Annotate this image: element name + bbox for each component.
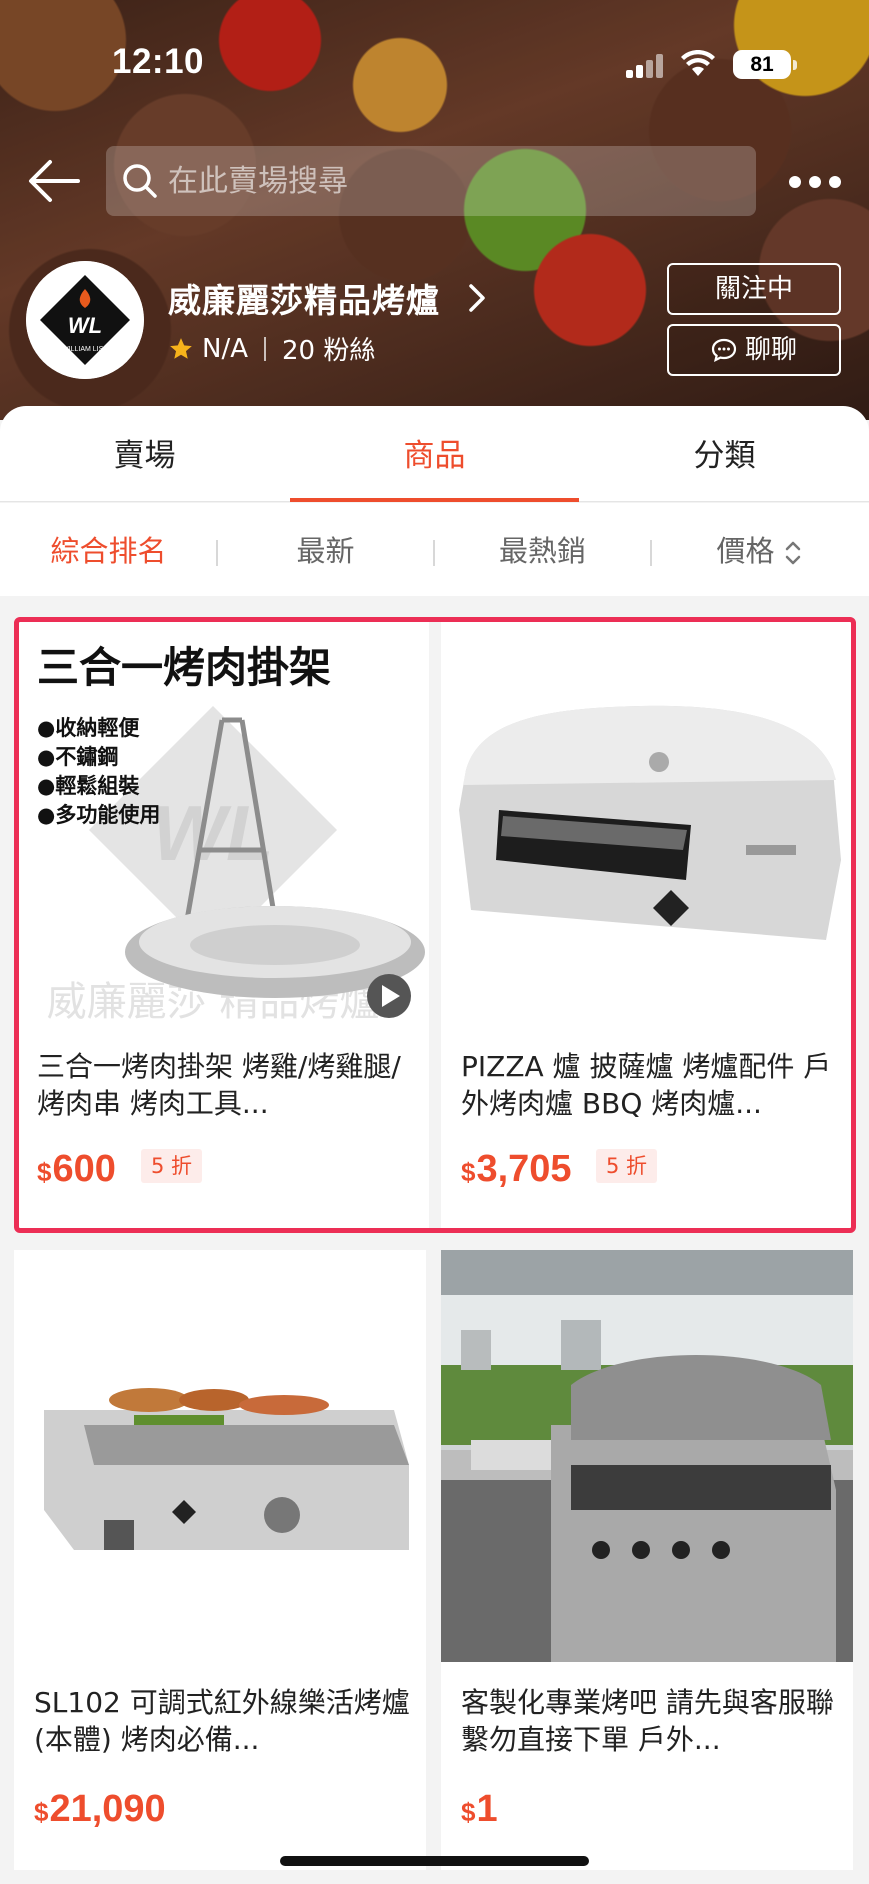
shop-search-bar[interactable] bbox=[106, 146, 756, 216]
chat-button[interactable]: 聊聊 bbox=[667, 324, 841, 376]
tab-categories[interactable]: 分類 bbox=[580, 406, 869, 502]
product-title: 三合一烤肉掛架 烤雞/烤雞腿/烤肉串 烤肉工具... bbox=[37, 1050, 401, 1120]
product-card[interactable]: WL 威廉麗莎 精品烤爐 三合一烤肉掛架 ●收納輕便 ●不鏽鋼 ●輕鬆組裝 ●多… bbox=[17, 620, 429, 1229]
svg-text:●輕鬆組裝: ●輕鬆組裝 bbox=[37, 774, 140, 798]
product-title: SL102 可調式紅外線樂活烤爐 (本體) 烤肉必備... bbox=[34, 1686, 410, 1756]
product-title: PIZZA 爐 披薩爐 烤爐配件 戶外烤肉爐 BBQ 烤肉爐... bbox=[461, 1050, 832, 1120]
svg-text:WL: WL bbox=[68, 313, 102, 338]
search-icon bbox=[123, 164, 157, 198]
shop-tabs: 賣場 商品 分類 bbox=[0, 406, 869, 502]
svg-text:三合一烤肉掛架: 三合一烤肉掛架 bbox=[37, 643, 331, 692]
price-value: 600 bbox=[52, 1148, 116, 1190]
chat-button-label: 聊聊 bbox=[744, 335, 797, 365]
sort-top-sales[interactable]: 最熱銷 bbox=[434, 503, 651, 596]
sort-relevance[interactable]: 綜合排名 bbox=[0, 503, 217, 596]
chat-bubble-icon bbox=[711, 338, 737, 363]
svg-text:●多功能使用: ●多功能使用 bbox=[37, 803, 160, 827]
shop-followers: 20 粉絲 bbox=[282, 336, 376, 366]
divider bbox=[264, 336, 266, 361]
chevron-right-icon[interactable] bbox=[466, 282, 488, 314]
product-image bbox=[14, 1250, 426, 1662]
sort-latest[interactable]: 最新 bbox=[217, 503, 434, 596]
shop-rating: N/A bbox=[202, 333, 248, 364]
discount-badge: 5 折 bbox=[141, 1149, 203, 1183]
sort-price-label: 價格 bbox=[716, 534, 775, 568]
status-time: 12:10 bbox=[112, 42, 205, 81]
currency-symbol: $ bbox=[37, 1157, 52, 1187]
product-title: 客製化專業烤吧 請先與客服聯繫勿直接下單 戶外... bbox=[461, 1686, 834, 1756]
tab-products[interactable]: 商品 bbox=[290, 406, 579, 502]
home-indicator bbox=[280, 1856, 589, 1866]
product-image bbox=[441, 1250, 853, 1662]
search-input[interactable] bbox=[168, 146, 728, 216]
price-value: 1 bbox=[476, 1788, 498, 1830]
sort-price[interactable]: 價格 bbox=[651, 503, 868, 596]
currency-symbol: $ bbox=[461, 1157, 476, 1187]
product-price: $21,090 bbox=[34, 1788, 166, 1831]
back-arrow-icon[interactable] bbox=[26, 158, 82, 204]
product-image: WL 威廉麗莎 精品烤爐 三合一烤肉掛架 ●收納輕便 ●不鏽鋼 ●輕鬆組裝 ●多… bbox=[17, 620, 429, 1032]
follow-button[interactable]: 關注中 bbox=[667, 263, 841, 315]
currency-symbol: $ bbox=[34, 1797, 49, 1827]
product-price: $3,705 bbox=[461, 1148, 572, 1191]
star-icon bbox=[170, 337, 192, 359]
product-price: $600 bbox=[37, 1148, 116, 1191]
currency-symbol: $ bbox=[461, 1797, 476, 1827]
price-value: 21,090 bbox=[49, 1788, 166, 1830]
product-card[interactable]: SL102 可調式紅外線樂活烤爐 (本體) 烤肉必備... $21,090 bbox=[14, 1250, 426, 1870]
svg-text:●收納輕便: ●收納輕便 bbox=[37, 716, 140, 740]
sort-arrows-icon bbox=[785, 541, 800, 565]
svg-text:WILLIAM LISA: WILLIAM LISA bbox=[62, 346, 108, 353]
cellular-signal-icon bbox=[626, 54, 666, 78]
wifi-icon bbox=[681, 50, 715, 76]
active-tab-indicator bbox=[290, 498, 579, 502]
product-card[interactable]: PIZZA 爐 披薩爐 烤爐配件 戶外烤肉爐 BBQ 烤肉爐... $3,705… bbox=[441, 620, 853, 1229]
svg-text:●不鏽鋼: ●不鏽鋼 bbox=[37, 745, 118, 769]
price-value: 3,705 bbox=[476, 1148, 572, 1190]
shop-stats: N/A 20 粉絲 bbox=[168, 330, 375, 367]
shop-name[interactable]: 威廉麗莎精品烤爐 bbox=[168, 274, 440, 322]
product-price: $1 bbox=[461, 1788, 498, 1831]
product-image bbox=[441, 620, 853, 1032]
shop-logo[interactable]: WL WILLIAM LISA bbox=[26, 261, 144, 379]
status-bar: 12:10 81 bbox=[0, 0, 869, 120]
discount-badge: 5 折 bbox=[596, 1149, 658, 1183]
tab-shop[interactable]: 賣場 bbox=[0, 406, 289, 502]
product-card[interactable]: 客製化專業烤吧 請先與客服聯繫勿直接下單 戶外... $1 bbox=[441, 1250, 853, 1870]
sort-bar: 綜合排名 最新 最熱銷 價格 bbox=[0, 503, 869, 596]
battery-indicator: 81 bbox=[733, 50, 797, 79]
more-options-icon[interactable] bbox=[786, 162, 844, 202]
